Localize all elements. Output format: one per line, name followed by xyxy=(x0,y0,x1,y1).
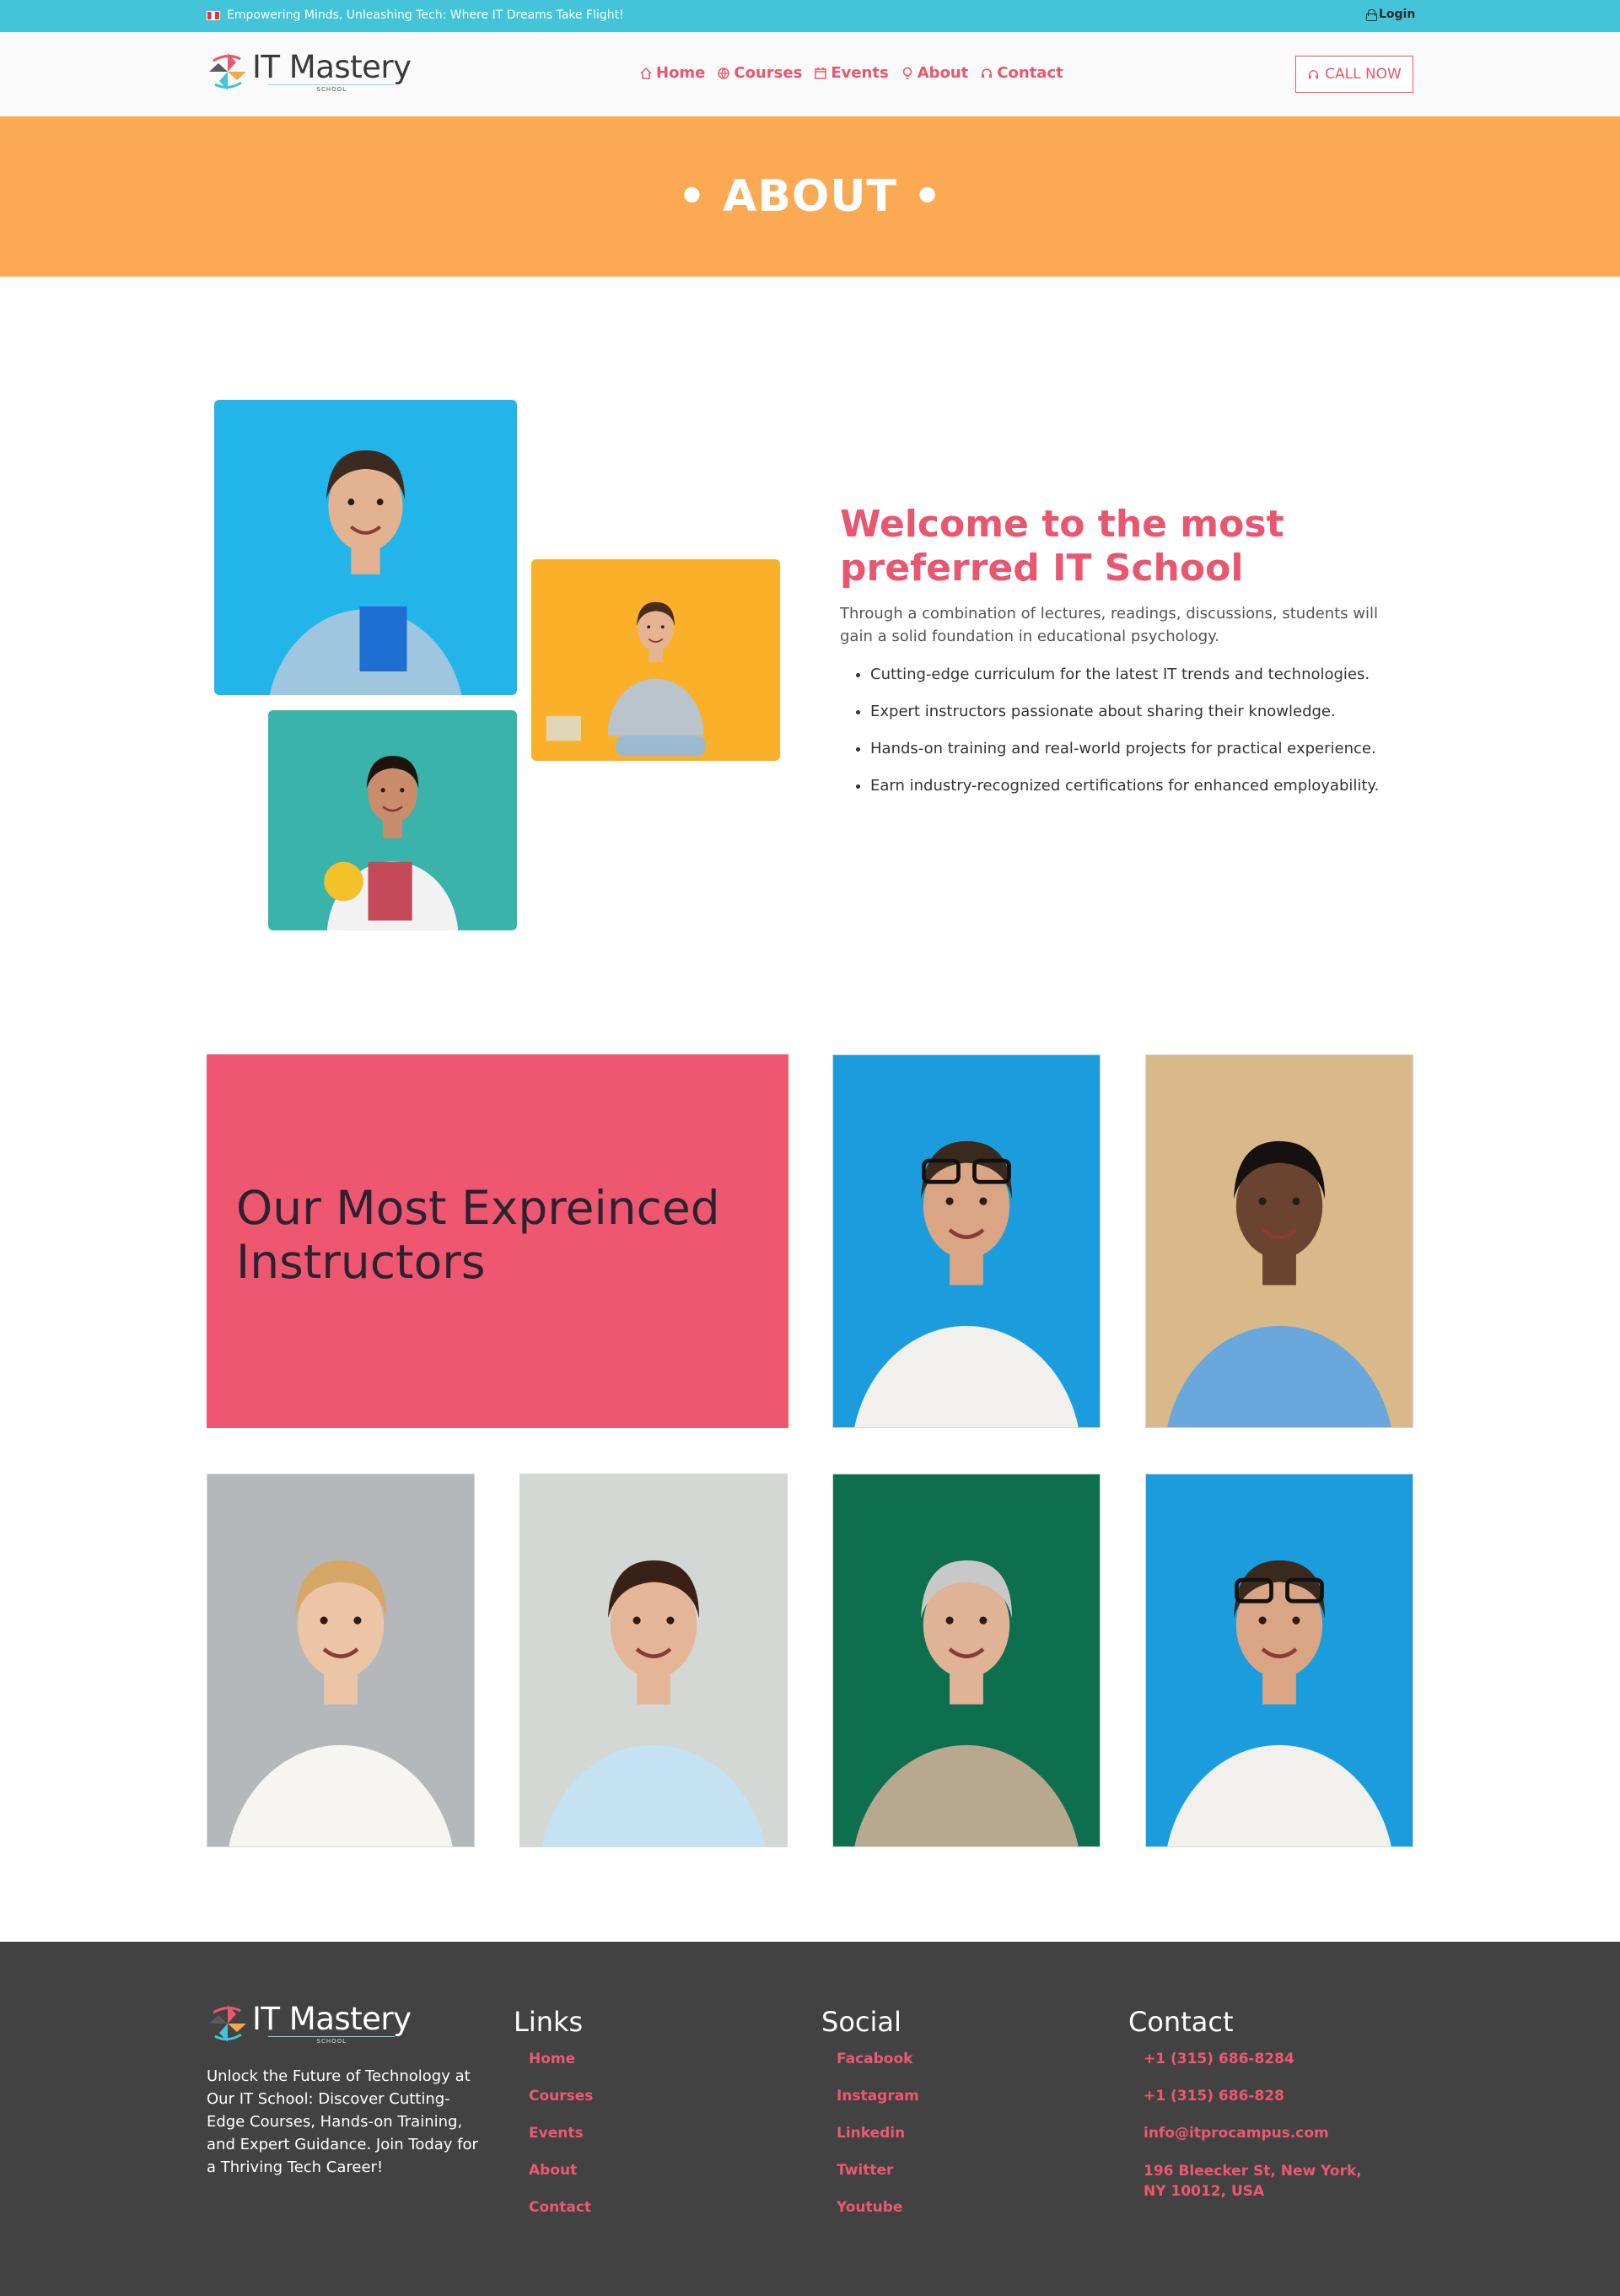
site-header: IT Mastery SCHOOL Home Courses Events Ab… xyxy=(0,32,1620,116)
top-bar: Empowering Minds, Unleashing Tech: Where… xyxy=(0,0,1620,32)
about-point: Cutting-edge curriculum for the latest I… xyxy=(870,663,1413,686)
about-point: Expert instructors passionate about shar… xyxy=(870,700,1413,723)
footer-contact: Contact +1 (315) 686-8284 +1 (315) 686-8… xyxy=(1128,2006,1388,2202)
footer-links: Links Home Courses Events About Contact xyxy=(514,2006,593,2235)
footer-link-contact[interactable]: Contact xyxy=(529,2198,593,2217)
nav-events-label: Events xyxy=(831,64,889,82)
footer-logo[interactable]: IT Mastery SCHOOL xyxy=(207,2002,412,2045)
headset-icon xyxy=(1308,69,1319,78)
footer-link-home[interactable]: Home xyxy=(529,2050,593,2068)
footer-social-title: Social xyxy=(821,2006,901,2038)
footer-social-twitter[interactable]: Twitter xyxy=(837,2161,919,2180)
nav-contact-label: Contact xyxy=(997,64,1063,82)
instructor-photo xyxy=(207,1474,475,1847)
headset-icon xyxy=(982,67,993,78)
footer-address: 196 Bleecker St, New York, NY 10012, USA xyxy=(1144,2163,1362,2200)
footer-links-title: Links xyxy=(514,2006,584,2038)
site-logo[interactable]: IT Mastery SCHOOL xyxy=(207,51,412,93)
nav-home-label: Home xyxy=(656,64,706,82)
about-point: Hands-on training and real-world project… xyxy=(870,737,1413,760)
about-intro: Through a combination of lectures, readi… xyxy=(840,605,1378,645)
flag-icon xyxy=(207,10,220,20)
instructor-photo xyxy=(1145,1054,1413,1428)
call-now-button[interactable]: CALL NOW xyxy=(1295,56,1413,93)
footer-phone-2[interactable]: +1 (315) 686-828 xyxy=(1144,2087,1388,2105)
footer-link-courses[interactable]: Courses xyxy=(529,2087,593,2105)
footer-phone-1[interactable]: +1 (315) 686-8284 xyxy=(1144,2050,1388,2068)
footer-social-linkedin[interactable]: Linkedin xyxy=(837,2124,919,2142)
login-link[interactable]: Login xyxy=(1366,8,1415,21)
logo-sub: SCHOOL xyxy=(268,2036,396,2045)
nav-events[interactable]: Events xyxy=(814,64,889,82)
nav-contact[interactable]: Contact xyxy=(980,64,1063,82)
footer-social-youtube[interactable]: Youtube xyxy=(837,2198,919,2217)
home-icon xyxy=(640,67,652,79)
logo-mark-icon xyxy=(207,51,249,93)
instructor-photo xyxy=(832,1054,1101,1428)
instructor-photo xyxy=(1145,1474,1413,1847)
footer-social-facebook[interactable]: Facabook xyxy=(837,2050,919,2068)
nav-about[interactable]: About xyxy=(901,64,969,82)
student-photo-3 xyxy=(268,710,517,930)
instructors-heading: Our Most Expreinced Instructors xyxy=(236,1181,720,1289)
bulb-icon xyxy=(902,67,912,79)
instructors-panel: Our Most Expreinced Instructors xyxy=(207,1054,788,1428)
footer-link-events[interactable]: Events xyxy=(529,2124,593,2142)
site-footer: IT Mastery SCHOOL Unlock the Future of T… xyxy=(0,1942,1620,2296)
about-points: Cutting-edge curriculum for the latest I… xyxy=(840,663,1413,797)
main-nav: Home Courses Events About Contact xyxy=(639,64,1063,82)
page-title: • ABOUT • xyxy=(677,171,943,222)
page-banner: • ABOUT • xyxy=(0,116,1620,277)
tagline: Empowering Minds, Unleashing Tech: Where… xyxy=(207,8,624,22)
footer-contact-title: Contact xyxy=(1128,2006,1234,2038)
call-now-label: CALL NOW xyxy=(1325,66,1402,83)
footer-social-instagram[interactable]: Instagram xyxy=(837,2087,919,2105)
footer-social: Social Facabook Instagram Linkedin Twitt… xyxy=(821,2006,919,2235)
login-label: Login xyxy=(1379,8,1416,21)
logo-name: IT Mastery xyxy=(252,2001,412,2037)
footer-email[interactable]: info@itprocampus.com xyxy=(1144,2124,1388,2142)
footer-about: Unlock the Future of Technology at Our I… xyxy=(207,2067,478,2176)
logo-name: IT Mastery xyxy=(252,49,412,85)
calendar-icon xyxy=(815,67,827,79)
logo-sub: SCHOOL xyxy=(268,84,396,93)
globe-icon xyxy=(718,67,730,79)
nav-home[interactable]: Home xyxy=(639,64,705,82)
nav-about-label: About xyxy=(917,64,969,82)
about-heading: Welcome to the most preferred IT School xyxy=(840,503,1284,590)
student-photo-1 xyxy=(214,400,517,695)
student-photo-2 xyxy=(531,559,780,761)
instructor-photo xyxy=(519,1474,788,1847)
about-point: Earn industry-recognized certifications … xyxy=(870,774,1413,797)
instructor-photo xyxy=(832,1474,1101,1847)
logo-mark-icon xyxy=(207,2002,249,2045)
lock-icon xyxy=(1366,9,1377,21)
footer-link-about[interactable]: About xyxy=(529,2161,593,2180)
tagline-text: Empowering Minds, Unleashing Tech: Where… xyxy=(227,8,624,22)
about-content: Welcome to the most preferred IT School … xyxy=(840,503,1413,811)
nav-courses-label: Courses xyxy=(734,64,803,82)
nav-courses[interactable]: Courses xyxy=(717,64,802,82)
